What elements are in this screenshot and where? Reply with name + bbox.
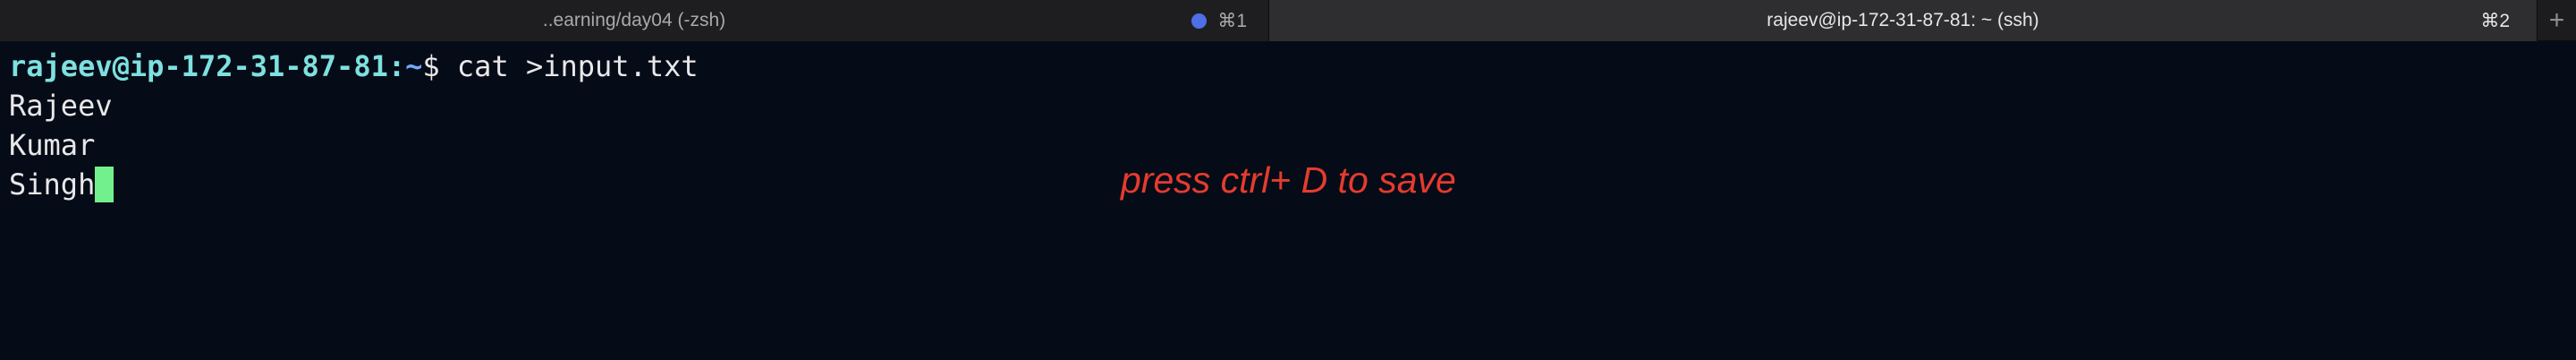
terminal-output[interactable]: rajeev@ip-172-31-87-81:~$ cat >input.txt…: [0, 41, 2576, 360]
tab-meta: ⌘1: [1191, 0, 1247, 41]
prompt-path: ~: [405, 49, 423, 83]
new-tab-button[interactable]: +: [2537, 0, 2576, 40]
input-text: Singh: [9, 167, 96, 201]
tab-bar: ..earning/day04 (-zsh) ⌘1 rajeev@ip-172-…: [0, 0, 2576, 41]
prompt-colon: :: [387, 49, 406, 83]
tab-zsh[interactable]: ..earning/day04 (-zsh) ⌘1: [0, 0, 1268, 41]
input-line: Singh: [9, 165, 114, 204]
tab-title: ..earning/day04 (-zsh): [542, 10, 726, 30]
activity-dot-icon: [1191, 13, 1208, 29]
prompt-line: rajeev@ip-172-31-87-81:~$ cat >input.txt: [9, 47, 699, 86]
tab-shortcut: ⌘1: [1217, 10, 1247, 31]
prompt-user-host: rajeev@ip-172-31-87-81: [9, 49, 388, 83]
output-line: Rajeev: [9, 89, 113, 123]
text-cursor: [95, 167, 114, 202]
prompt-symbol: $: [422, 49, 440, 83]
command-text: cat >input.txt: [439, 49, 699, 83]
tab-meta: ⌘2: [2480, 0, 2510, 41]
output-line: Kumar: [9, 128, 96, 162]
annotation-text: press ctrl+ D to save: [1121, 159, 1456, 201]
plus-icon: +: [2548, 4, 2565, 35]
tab-ssh[interactable]: rajeev@ip-172-31-87-81: ~ (ssh) ⌘2: [1268, 0, 2537, 41]
tab-shortcut: ⌘2: [2480, 10, 2510, 31]
tab-title: rajeev@ip-172-31-87-81: ~ (ssh): [1767, 10, 2039, 30]
